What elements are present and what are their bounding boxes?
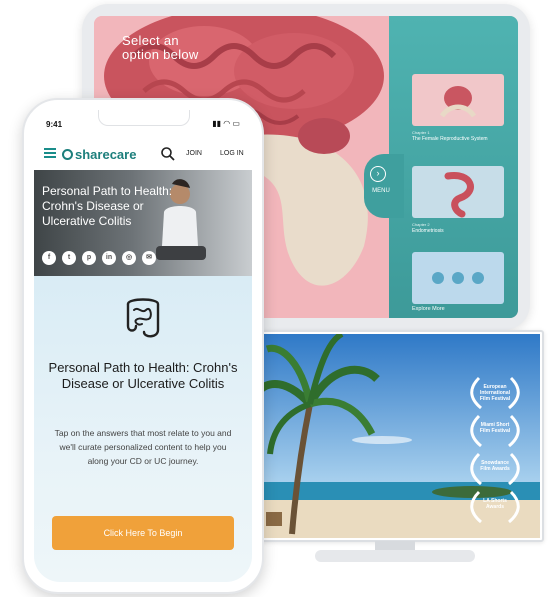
award-laurel: Snowdance Film Awards	[467, 450, 523, 486]
option-chapter: Chapter 1	[412, 130, 430, 135]
menu-button[interactable]: › MENU	[364, 154, 404, 218]
menu-label: MENU	[372, 188, 390, 194]
hamburger-menu-icon[interactable]	[44, 148, 56, 158]
award-text: European International Film Festival	[479, 384, 511, 402]
phone-device: 9:41 ▮▮ ◠ ▭ sharecare JOIN LOG IN Person…	[22, 98, 264, 594]
option-thumbnail	[412, 252, 504, 304]
logo-icon	[62, 149, 73, 160]
marketing-composite: Select an option below › MENU Chapter 1 …	[0, 0, 549, 597]
explore-more-link[interactable]: Explore More	[412, 306, 445, 312]
search-icon[interactable]	[160, 146, 176, 162]
option-card-2[interactable]: Chapter 2 Endometriosis	[412, 166, 504, 234]
award-laurel: LA Shorts Awards	[467, 488, 523, 524]
top-nav: sharecare JOIN LOG IN	[34, 140, 252, 170]
monitor-screen: European International Film Festival Mia…	[262, 334, 540, 538]
hero-banner: Personal Path to Health: Crohn's Disease…	[34, 170, 252, 276]
hero-title: Personal Path to Health: Crohn's Disease…	[42, 184, 173, 228]
phone-screen: 9:41 ▮▮ ◠ ▭ sharecare JOIN LOG IN Person…	[34, 110, 252, 582]
login-link[interactable]: LOG IN	[220, 150, 244, 157]
award-laurel: Miami Short Film Festival	[467, 412, 523, 448]
email-icon[interactable]: ✉	[142, 251, 156, 265]
sharecare-logo[interactable]: sharecare	[62, 147, 136, 162]
award-text: Snowdance Film Awards	[480, 460, 510, 472]
join-link[interactable]: JOIN	[186, 150, 202, 157]
award-text: Miami Short Film Festival	[479, 422, 511, 434]
facebook-icon[interactable]: f	[42, 251, 56, 265]
pinterest-icon[interactable]: p	[82, 251, 96, 265]
award-text: LA Shorts Awards	[483, 498, 507, 510]
monitor-device: European International Film Festival Mia…	[258, 330, 544, 542]
logo-text: sharecare	[75, 147, 137, 162]
award-laurel: European International Film Festival	[467, 374, 523, 410]
intestine-icon	[126, 298, 160, 338]
content-description: Tap on the answers that most relate to y…	[54, 428, 232, 466]
option-card-1[interactable]: Chapter 1 The Female Reproductive System	[412, 74, 504, 142]
option-card-3[interactable]	[412, 252, 504, 304]
content-section: Personal Path to Health: Crohn's Disease…	[34, 276, 252, 582]
option-name: Endometriosis	[412, 228, 444, 234]
option-thumbnail	[412, 166, 504, 218]
status-time: 9:41	[46, 120, 63, 129]
arrow-right-icon: ›	[370, 166, 386, 182]
option-thumbnail	[412, 74, 504, 126]
panel-title: Select an option below	[122, 33, 199, 62]
signal-wifi-battery-icon: ▮▮ ◠ ▭	[212, 119, 240, 128]
option-name: The Female Reproductive System	[412, 136, 488, 142]
twitter-icon[interactable]: t	[62, 251, 76, 265]
content-title: Personal Path to Health: Crohn's Disease…	[48, 360, 238, 391]
social-share-row: f t p in ◎ ✉	[42, 246, 162, 265]
monitor-stand-base	[315, 550, 475, 562]
option-chapter: Chapter 2	[412, 222, 430, 227]
begin-button[interactable]: Click Here To Begin	[52, 516, 234, 550]
linkedin-icon[interactable]: in	[102, 251, 116, 265]
phone-notch	[98, 110, 190, 126]
instagram-icon[interactable]: ◎	[122, 251, 136, 265]
